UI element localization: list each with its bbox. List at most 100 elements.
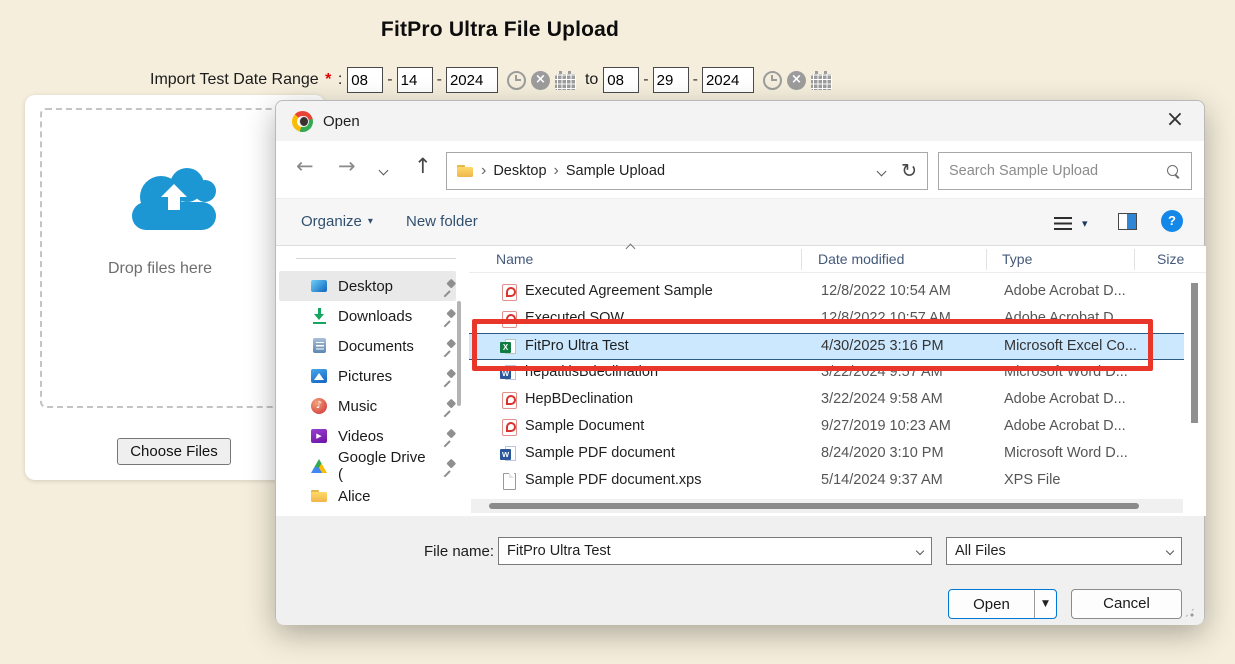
file-row-sample-pdf-document-xps[interactable]: Sample PDF document.xps5/14/2024 9:37 AM… [469,468,1184,495]
file-name-chevron-icon[interactable] [916,547,924,555]
sidebar-item-music[interactable]: Music [279,391,456,421]
file-name: Sample Document [525,418,644,434]
clock-icon[interactable] [763,71,782,90]
sidebar-item-pictures[interactable]: Pictures [279,361,456,391]
horizontal-scrollbar-thumb[interactable] [489,503,1139,509]
sidebar-item-alice[interactable]: Alice [279,481,456,511]
sidebar-item-label: Videos [338,428,384,445]
vertical-scrollbar[interactable] [1191,283,1198,423]
column-divider[interactable] [1134,249,1135,270]
sidebar-item-label: Alice [338,488,371,505]
clock-icon[interactable] [507,71,526,90]
file-dropzone[interactable]: Drop files here [40,108,308,408]
sidebar-item-documents[interactable]: Documents [279,331,456,361]
file-type: Adobe Acrobat D... [1004,283,1126,299]
date-dash: - [643,71,648,89]
preview-pane-icon[interactable] [1118,213,1137,230]
end-day-input[interactable] [653,67,689,93]
open-split-caret-icon[interactable]: ▼ [1034,590,1056,618]
file-name-combo[interactable] [498,537,932,565]
help-icon[interactable]: ? [1161,210,1183,232]
up-icon[interactable]: ↑ [414,154,432,178]
file-row-hepbdeclination[interactable]: HepBDeclination3/22/2024 9:58 AMAdobe Ac… [469,387,1184,414]
clear-date-icon[interactable] [531,71,550,90]
required-asterisk: * [325,71,331,88]
sidebar-item-downloads[interactable]: Downloads [279,301,456,331]
start-month-input[interactable] [347,67,383,93]
end-month-input[interactable] [603,67,639,93]
file-type-select[interactable]: All Files [946,537,1182,565]
back-icon[interactable]: ← [296,154,314,178]
file-name: Sample PDF document.xps [525,472,702,488]
forward-icon[interactable]: → [338,154,356,178]
horizontal-scrollbar[interactable] [471,499,1183,513]
word-file-icon [500,446,517,462]
view-mode-caret-icon[interactable]: ▾ [1082,217,1088,230]
dialog-navrow: ← → ↑ › Desktop › Sample Upload ↻ [276,141,1204,198]
file-row-sample-pdf-document[interactable]: Sample PDF document8/24/2020 3:10 PMMicr… [469,441,1184,468]
column-header-size[interactable]: Size [1157,251,1184,267]
open-button[interactable]: Open ▼ [948,589,1057,619]
pdf-file-icon [500,419,517,435]
choose-files-button[interactable]: Choose Files [117,438,231,465]
resize-grip[interactable] [1183,606,1196,619]
file-row-executed-agreement-sample[interactable]: Executed Agreement Sample12/8/2022 10:54… [469,279,1184,306]
column-divider[interactable] [986,249,987,270]
file-type: Adobe Acrobat D... [1004,391,1126,407]
refresh-icon[interactable]: ↻ [901,160,917,182]
search-input[interactable] [949,163,1166,179]
date-dash: - [693,71,698,89]
column-header-date-modified[interactable]: Date modified [818,251,904,267]
dropzone-text: Drop files here [42,260,278,278]
file-type: XPS File [1004,472,1060,488]
desktop-icon [311,278,328,294]
organize-menu[interactable]: Organize ▾ [301,213,373,230]
sidebar-scrollbar[interactable] [457,301,461,406]
address-dropdown-chevron-icon[interactable] [877,166,887,176]
end-year-input[interactable] [702,67,754,93]
file-name: Sample PDF document [525,445,675,461]
column-header-type[interactable]: Type [1002,251,1032,267]
search-box[interactable] [938,152,1192,190]
sidebar-item-desktop[interactable]: Desktop [279,271,456,301]
file-date-modified: 8/24/2020 3:10 PM [821,445,944,461]
documents-icon [311,338,328,354]
date-range-to-label: to [585,71,598,89]
sidebar-item-label: Pictures [338,368,392,385]
breadcrumb-item-desktop[interactable]: Desktop [493,163,546,179]
clear-date-icon[interactable] [787,71,806,90]
column-divider[interactable] [801,249,802,270]
sidebar-item-label: Desktop [338,278,393,295]
start-day-input[interactable] [397,67,433,93]
recent-locations-chevron-icon[interactable] [379,166,389,176]
breadcrumb[interactable]: › Desktop › Sample Upload ↻ [446,152,928,190]
calendar-icon[interactable] [811,71,832,90]
file-rows: Executed Agreement Sample12/8/2022 10:54… [469,279,1184,495]
date-range-colon: : [338,71,342,88]
sidebar-item-videos[interactable]: Videos [279,421,456,451]
organize-label: Organize [301,213,362,230]
date-range-label: Import Test Date Range * : [150,71,342,89]
file-row-sample-document[interactable]: Sample Document9/27/2019 10:23 AMAdobe A… [469,414,1184,441]
start-year-input[interactable] [446,67,498,93]
pin-icon [442,309,456,323]
dialog-titlebar[interactable]: Open × [276,101,1204,141]
open-button-label: Open [949,596,1034,613]
calendar-icon[interactable] [555,71,576,90]
view-mode-icon[interactable] [1054,217,1072,230]
sidebar-divider [296,258,456,259]
column-header-name[interactable]: Name [496,251,533,267]
file-list-header: Name Date modified Type Size [469,246,1206,273]
cancel-button[interactable]: Cancel [1071,589,1182,619]
sidebar-item-google-drive[interactable]: Google Drive ( [279,451,456,481]
breadcrumb-item-sample-upload[interactable]: Sample Upload [566,163,665,179]
new-folder-button[interactable]: New folder [406,213,478,230]
file-name: Executed Agreement Sample [525,283,713,299]
file-name-input[interactable] [507,543,917,559]
sidebar-item-label: Documents [338,338,414,355]
sidebar-list: Desktop Downloads Documents Pictures Music Vi… [276,271,469,511]
close-icon[interactable]: × [1160,106,1190,136]
end-date-icons [763,71,832,90]
start-date-icons [507,71,576,90]
sidebar-item-label: Downloads [338,308,412,325]
